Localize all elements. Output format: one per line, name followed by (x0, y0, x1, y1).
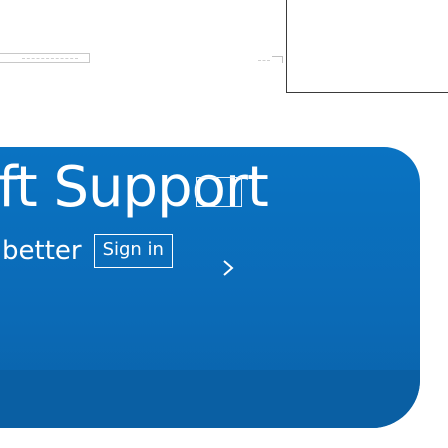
hero-banner: ft Support better Sign in (0, 147, 420, 428)
chevron-right-icon[interactable] (218, 258, 238, 278)
hero-row: better Sign in (2, 233, 173, 269)
top-right-panel (286, 0, 448, 93)
faint-divider (258, 60, 270, 61)
faint-corner-mark (272, 56, 283, 63)
hero-subtitle: better (2, 236, 82, 266)
page: ft Support better Sign in (0, 0, 448, 448)
hero-bottom-band (0, 370, 420, 428)
focus-outline (196, 177, 242, 207)
faint-field-edge (0, 53, 90, 63)
sign-in-button[interactable]: Sign in (93, 234, 173, 268)
